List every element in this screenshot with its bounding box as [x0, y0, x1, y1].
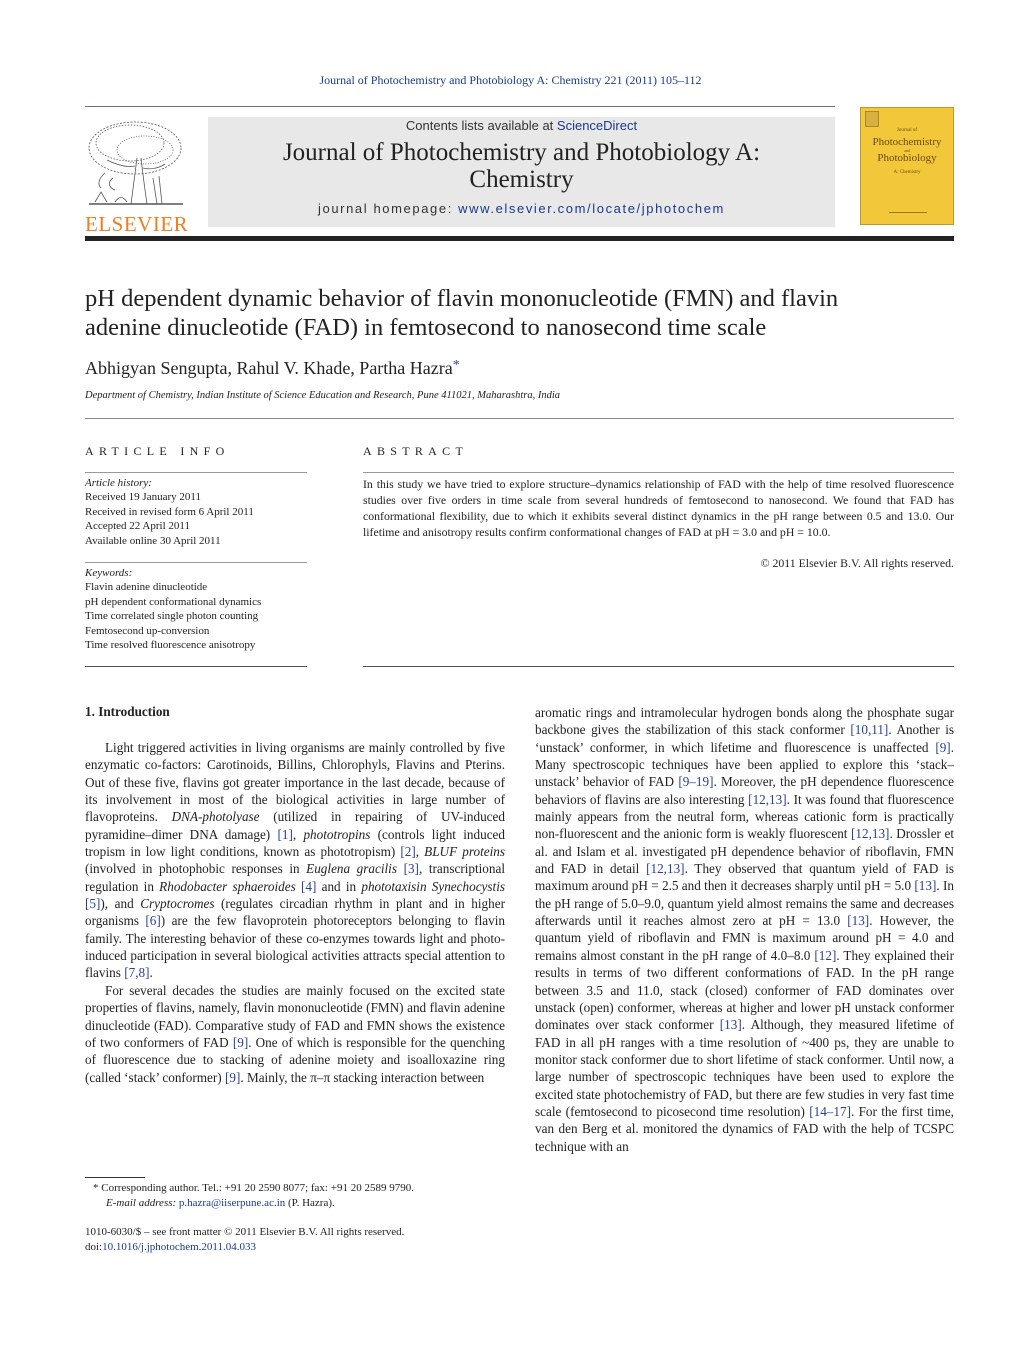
journal-title: Journal of Photochemistry and Photobiolo… [282, 139, 761, 193]
journal-homepage: journal homepage: www.elsevier.com/locat… [318, 201, 725, 216]
section-heading-introduction: 1. Introduction [85, 704, 170, 719]
text-run: , [292, 826, 304, 842]
keyword: pH dependent conformational dynamics [85, 595, 262, 608]
text-run: . Mainly, the π–π stacking interaction b… [240, 1069, 485, 1085]
italic-term: phototaxisin Synechocystis [361, 878, 505, 894]
elsevier-wordmark: ELSEVIER [85, 212, 189, 236]
citation-link[interactable]: [1] [277, 827, 292, 842]
header-divider [85, 236, 954, 241]
keyword: Time correlated single photon counting [85, 610, 259, 623]
article-info-heading: ARTICLE INFO [85, 444, 230, 458]
citation-link[interactable]: [12,13] [851, 826, 889, 841]
tree-logo-icon [88, 121, 183, 205]
keywords: Keywords: Flavin adenine dinucleotide pH… [85, 567, 262, 652]
history-item: Available online 30 April 2011 [85, 534, 221, 547]
homepage-link[interactable]: www.elsevier.com/locate/jphotochem [458, 201, 725, 216]
citation-link[interactable]: [13] [847, 913, 869, 928]
keyword: Femtosecond up-conversion [85, 624, 210, 637]
citation-link[interactable]: [13] [914, 878, 936, 893]
text-run: . [149, 965, 153, 981]
abstract-text: In this study we have tried to explore s… [363, 477, 954, 539]
body-column-left: Light triggered activities in living org… [85, 739, 505, 1086]
citation-link[interactable]: [12,13] [646, 861, 684, 876]
top-rule [85, 106, 835, 107]
citation-link[interactable]: [6] [145, 913, 160, 928]
keyword: Time resolved fluorescence anisotropy [85, 639, 256, 652]
history-item: Received in revised form 6 April 2011 [85, 505, 254, 518]
cover-publisher-icon [865, 111, 879, 127]
author-list: Abhigyan Sengupta, Rahul V. Khade, Parth… [85, 358, 460, 378]
citation-link[interactable]: [5] [85, 896, 100, 911]
divider [85, 666, 307, 667]
italic-term: DNA-photolyase [171, 809, 260, 825]
footnote: * Corresponding author. Tel.: +91 20 259… [93, 1182, 414, 1209]
affiliation: Department of Chemistry, Indian Institut… [85, 390, 561, 401]
citation-link[interactable]: [9] [233, 1035, 248, 1050]
text-run: (involved in photophobic responses in [85, 861, 307, 877]
citation-link[interactable]: [12] [814, 948, 836, 963]
elsevier-logo[interactable]: ELSEVIER [85, 118, 188, 236]
running-head[interactable]: Journal of Photochemistry and Photobiolo… [0, 73, 1021, 88]
sciencedirect-link[interactable]: ScienceDirect [557, 118, 637, 133]
text-run: ), and [100, 896, 141, 912]
citation-link[interactable]: [10,11] [850, 722, 888, 737]
citation-link[interactable]: [9–19] [678, 774, 713, 789]
text-run: , [415, 844, 425, 860]
divider [85, 562, 307, 563]
citation-link[interactable]: [4] [301, 879, 316, 894]
corresponding-author-mark[interactable]: * [453, 358, 460, 373]
paragraph: Light triggered activities in living org… [85, 739, 505, 982]
citation-link[interactable]: [7,8] [124, 965, 149, 980]
front-matter-info: 1010-6030/$ – see front matter © 2011 El… [85, 1226, 405, 1253]
paragraph: For several decades the studies are main… [85, 982, 505, 1086]
italic-term: Cryptocromes [140, 896, 215, 912]
divider [85, 472, 307, 473]
footnote-rule [85, 1177, 145, 1178]
divider [363, 666, 954, 667]
abstract-copyright: © 2011 Elsevier B.V. All rights reserved… [760, 556, 954, 570]
journal-cover-thumbnail[interactable]: Journal of Photochemistry and Photobiolo… [860, 107, 954, 225]
citation-link[interactable]: [9] [935, 740, 950, 755]
history-item: Received 19 January 2011 [85, 491, 201, 504]
doi-link[interactable]: 10.1016/j.jphotochem.2011.04.033 [102, 1241, 256, 1253]
divider [363, 472, 954, 473]
journal-masthead: Contents lists available at ScienceDirec… [208, 117, 835, 227]
citation-link[interactable]: [14–17] [809, 1104, 851, 1119]
citation-link[interactable]: [13] [720, 1017, 742, 1032]
text-run [397, 861, 404, 876]
contents-availability: Contents lists available at ScienceDirec… [405, 118, 638, 133]
divider [85, 418, 954, 419]
paragraph: aromatic rings and intramolecular hydrog… [535, 704, 954, 1155]
citation-link[interactable]: [3] [404, 861, 419, 876]
text-run: and in [316, 878, 362, 894]
citation-link[interactable]: [2] [400, 844, 415, 859]
article-history: Article history: Received 19 January 201… [85, 477, 254, 547]
citation-link[interactable]: [9] [225, 1070, 240, 1085]
italic-term: phototropins [303, 826, 371, 842]
abstract-heading: ABSTRACT [363, 444, 469, 458]
italic-term: Rhodobacter sphaeroides [159, 878, 296, 894]
article-title: pH dependent dynamic behavior of flavin … [85, 285, 839, 341]
body-column-right: aromatic rings and intramolecular hydrog… [535, 704, 954, 1155]
italic-term: BLUF proteins [424, 844, 505, 860]
email-link[interactable]: p.hazra@iiserpune.ac.in [179, 1197, 285, 1209]
italic-term: Euglena gracilis [306, 861, 397, 877]
history-item: Accepted 22 April 2011 [85, 520, 190, 533]
keyword: Flavin adenine dinucleotide [85, 581, 208, 594]
citation-link[interactable]: [12,13] [748, 792, 786, 807]
